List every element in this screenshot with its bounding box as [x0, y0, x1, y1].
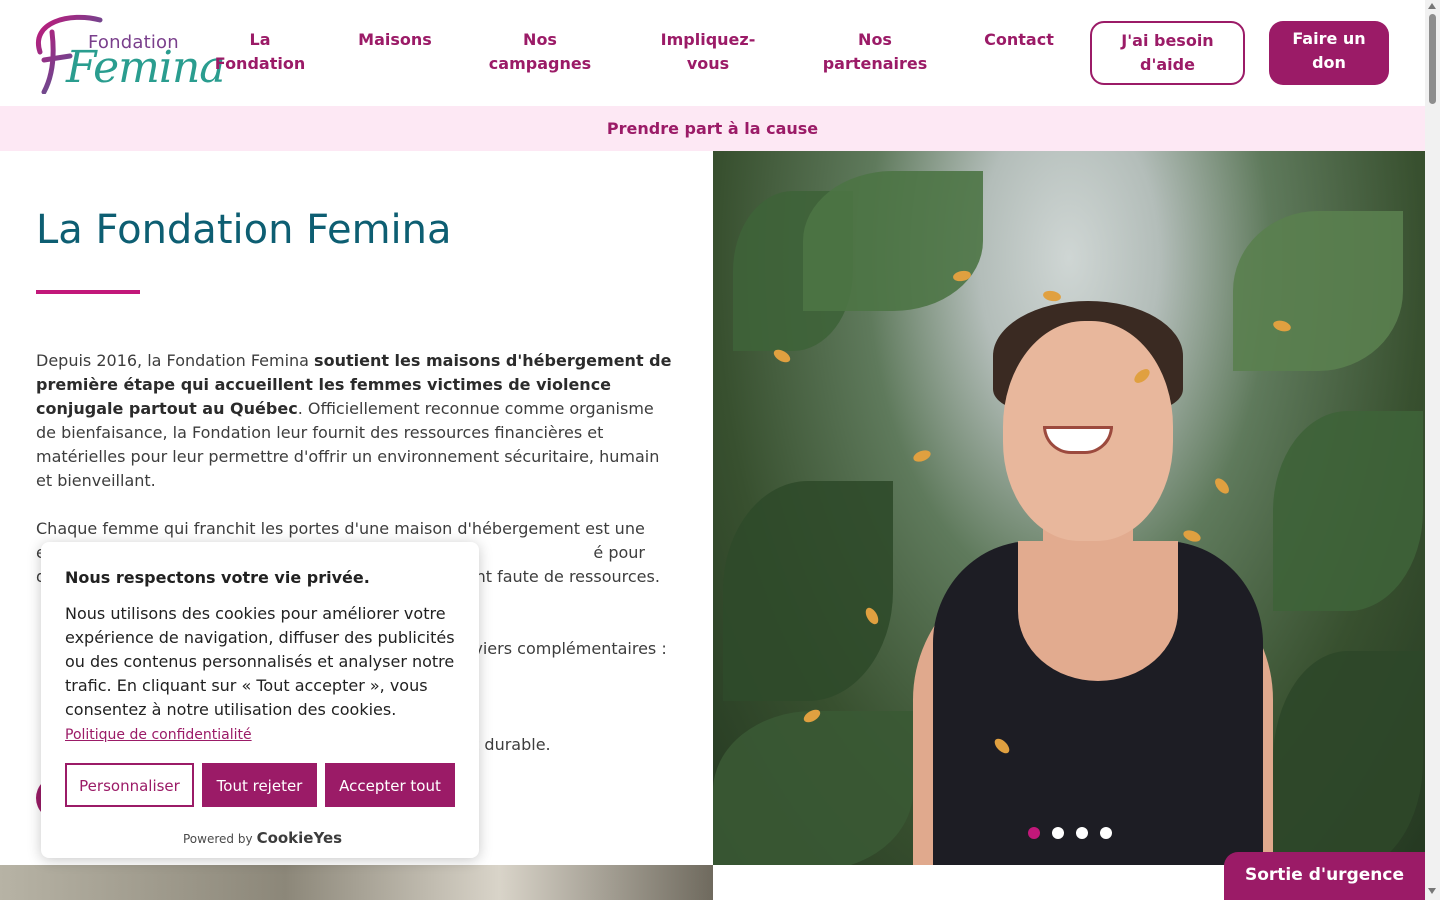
nav-contact[interactable]: Contact: [975, 28, 1063, 52]
petal-shape: [1212, 475, 1232, 497]
leaf-shape: [1273, 411, 1423, 611]
carousel-dots: [1028, 827, 1112, 839]
need-help-button[interactable]: J'ai besoin d'aide: [1090, 21, 1245, 85]
nav-label-line1: Nos: [523, 30, 557, 49]
nav-label-line1: Maisons: [358, 30, 432, 49]
powered-by-label: Powered by: [183, 832, 253, 846]
cookie-text: Nous utilisons des cookies pour améliore…: [65, 602, 460, 747]
next-section-photo: [0, 865, 713, 900]
nav-label-line2: partenaires: [822, 54, 928, 73]
nav-label-line1: Nos: [858, 30, 892, 49]
scroll-thumb[interactable]: [1429, 14, 1436, 104]
customize-button[interactable]: Personnaliser: [65, 763, 194, 807]
nav-label-line2: vous: [686, 54, 730, 73]
carousel-dot-1[interactable]: [1028, 827, 1040, 839]
scroll-down-arrow-icon[interactable]: [1428, 888, 1436, 894]
nav-label-line2: Fondation: [214, 54, 306, 73]
powered-by: Powered by CookieYes: [183, 829, 342, 847]
leaf-shape: [713, 711, 913, 865]
nav-label-line2: campagnes: [488, 54, 592, 73]
petal-shape: [1042, 289, 1062, 303]
nav-nos-partenaires[interactable]: Nos partenaires: [815, 28, 935, 76]
accept-all-button[interactable]: Accepter tout: [325, 763, 455, 807]
carousel-dot-4[interactable]: [1100, 827, 1112, 839]
cookie-description: Nous utilisons des cookies pour améliore…: [65, 604, 455, 719]
nav-la-fondation[interactable]: La Fondation: [210, 28, 310, 76]
nav-impliquez-vous[interactable]: Impliquez- vous: [648, 28, 768, 76]
hero-photo-carousel: [713, 151, 1425, 865]
title-underline: [36, 290, 140, 294]
cookie-consent-dialog: Nous respectons votre vie privée. Nous u…: [41, 542, 479, 858]
reject-all-button[interactable]: Tout rejeter: [202, 763, 317, 807]
cookieyes-logo: CookieYes: [256, 829, 343, 847]
need-help-label-line2: d'aide: [1140, 55, 1195, 74]
cause-banner-link[interactable]: Prendre part à la cause: [0, 106, 1425, 151]
logo-text-big: Femina: [66, 42, 226, 93]
carousel-dot-3[interactable]: [1076, 827, 1088, 839]
leaf-shape: [723, 481, 893, 701]
petal-shape: [911, 448, 933, 464]
site-header: Fondation Femina La Fondation Maisons No…: [0, 0, 1425, 106]
donate-label-line1: Faire un: [1292, 29, 1366, 48]
leaf-shape: [1273, 651, 1423, 865]
nav-label-line1: La: [249, 30, 271, 49]
privacy-policy-link[interactable]: Politique de confidentialité: [65, 727, 252, 743]
fondation-femina-logo[interactable]: Fondation Femina: [30, 12, 226, 94]
nav-maisons[interactable]: Maisons: [345, 28, 445, 52]
need-help-label-line1: J'ai besoin: [1121, 31, 1214, 50]
scroll-up-arrow-icon[interactable]: [1428, 3, 1436, 9]
intro-paragraph: Depuis 2016, la Fondation Femina soutien…: [36, 349, 676, 493]
donate-button[interactable]: Faire un don: [1269, 21, 1389, 85]
donate-label-line2: don: [1312, 53, 1346, 72]
page-scrollbar[interactable]: [1425, 0, 1440, 900]
nav-nos-campagnes[interactable]: Nos campagnes: [480, 28, 600, 76]
leaf-shape: [803, 171, 983, 311]
petal-shape: [1181, 528, 1203, 544]
cookie-title: Nous respectons votre vie privée.: [65, 568, 370, 587]
page-title: La Fondation Femina: [36, 207, 452, 253]
intro-text-start: Depuis 2016, la Fondation Femina: [36, 351, 315, 370]
leaf-shape: [1233, 211, 1403, 371]
nav-label-line1: Impliquez-: [660, 30, 756, 49]
carousel-dot-2[interactable]: [1052, 827, 1064, 839]
nav-label-line1: Contact: [984, 30, 1054, 49]
emergency-exit-button[interactable]: Sortie d'urgence: [1224, 852, 1425, 900]
